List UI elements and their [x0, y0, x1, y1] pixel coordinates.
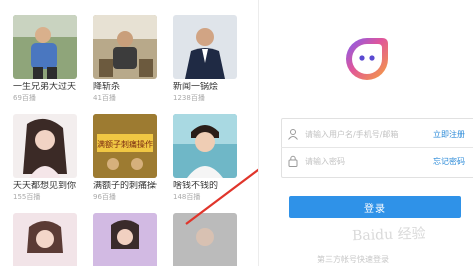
username-field[interactable]: 请输入用户名/手机号/邮箱 立即注册	[281, 121, 473, 148]
video-title: 降斩杀	[93, 82, 121, 92]
play-count: 155百播	[13, 193, 41, 201]
third-party-login-label: 第三方帐号快速登录	[317, 255, 389, 264]
video-gallery: 一生兄弟大过天 69百播 降斩杀 41百播 新闻一锅烩 1238百播 天天都想见…	[0, 0, 258, 266]
forgot-password-link[interactable]: 忘记密码	[433, 156, 465, 167]
red-arrow	[185, 168, 258, 225]
app-logo-icon	[346, 38, 388, 80]
video-card[interactable]	[93, 213, 157, 266]
lock-icon	[288, 155, 298, 167]
video-title: 一生兄弟大过天	[13, 82, 77, 92]
video-card[interactable]: 一生兄弟大过天 69百播	[13, 15, 77, 103]
video-title: 新闻一锅烩	[173, 82, 219, 92]
login-button[interactable]: 登录	[289, 196, 461, 218]
video-card[interactable]: 降斩杀 41百播	[93, 15, 157, 103]
user-icon	[288, 129, 298, 140]
video-thumbnail[interactable]	[93, 15, 157, 79]
video-card[interactable]: 天天都想见到你 155百播	[13, 114, 77, 202]
video-thumbnail[interactable]	[13, 213, 77, 266]
video-thumbnail[interactable]	[13, 114, 77, 178]
play-count: 96百播	[93, 193, 116, 201]
password-placeholder: 请输入密码	[305, 156, 345, 166]
play-count: 41百播	[93, 94, 116, 102]
play-count: 69百播	[13, 94, 36, 102]
video-thumbnail[interactable]: 满额子刺痛操作	[93, 114, 157, 178]
register-link[interactable]: 立即注册	[433, 129, 465, 140]
video-title: 满额子的刺痛操作	[93, 181, 157, 191]
video-card[interactable]: 新闻一锅烩 1238百播	[173, 15, 237, 103]
video-card[interactable]: 满额子刺痛操作 满额子的刺痛操作 96百播	[93, 114, 157, 202]
password-field[interactable]: 请输入密码 忘记密码	[281, 148, 473, 174]
video-thumbnail[interactable]	[173, 15, 237, 79]
video-thumbnail[interactable]	[13, 15, 77, 79]
play-count: 1238百播	[173, 94, 205, 102]
video-title: 天天都想见到你	[13, 181, 77, 191]
username-placeholder: 请输入用户名/手机号/邮箱	[305, 129, 399, 139]
video-thumbnail[interactable]	[93, 213, 157, 266]
video-card[interactable]	[13, 213, 77, 266]
watermark: Baidu 经验	[351, 225, 426, 245]
thumb-overlay-text: 满额子刺痛操作	[97, 139, 153, 149]
